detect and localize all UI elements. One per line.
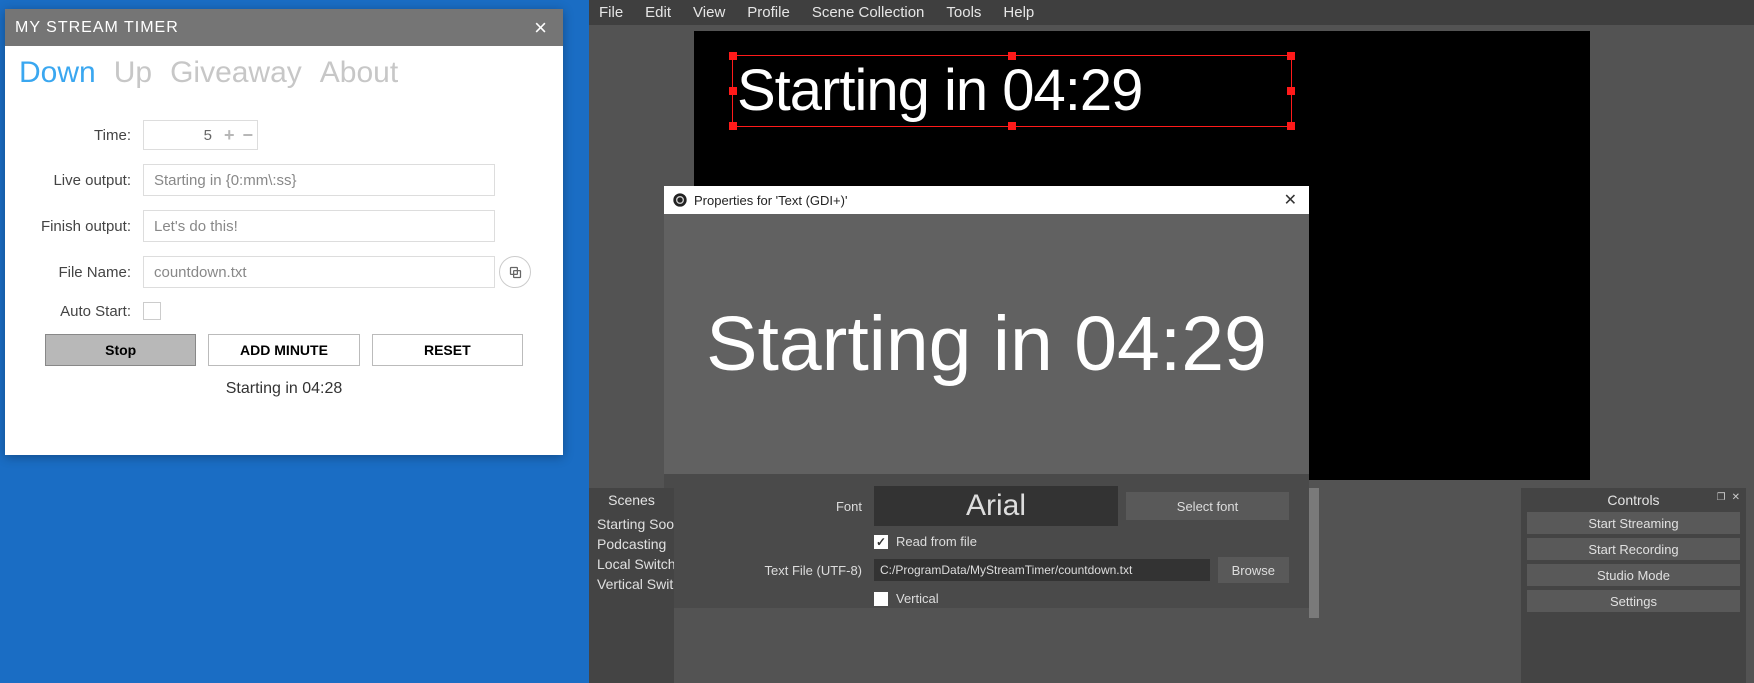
read-from-file-label: Read from file xyxy=(896,534,977,549)
close-icon[interactable]: × xyxy=(528,15,553,41)
file-name-input[interactable] xyxy=(143,256,495,288)
browse-button[interactable]: Browse xyxy=(1218,557,1289,583)
time-value: 5 xyxy=(144,127,220,144)
font-label: Font xyxy=(684,499,874,514)
resize-handle[interactable] xyxy=(1287,122,1295,130)
resize-handle[interactable] xyxy=(729,87,737,95)
finish-output-label: Finish output: xyxy=(33,218,143,235)
scenes-panel: Scenes Starting Soo Podcasting Local Swi… xyxy=(589,488,674,683)
menu-help[interactable]: Help xyxy=(1003,4,1034,21)
tab-giveaway[interactable]: Giveaway xyxy=(170,56,302,90)
controls-header-text: Controls xyxy=(1607,492,1659,508)
settings-button[interactable]: Settings xyxy=(1527,590,1740,612)
resize-handle[interactable] xyxy=(1287,87,1295,95)
mst-title: MY STREAM TIMER xyxy=(15,19,179,37)
menu-view[interactable]: View xyxy=(693,4,725,21)
resize-handle[interactable] xyxy=(1287,52,1295,60)
reset-button[interactable]: RESET xyxy=(372,334,523,366)
resize-handle[interactable] xyxy=(729,52,737,60)
file-name-label: File Name: xyxy=(33,264,143,281)
auto-start-checkbox[interactable] xyxy=(143,302,161,320)
mst-titlebar[interactable]: MY STREAM TIMER × xyxy=(5,9,563,46)
close-icon[interactable]: ✕ xyxy=(1732,492,1740,503)
text-file-input[interactable] xyxy=(874,559,1210,581)
tab-about[interactable]: About xyxy=(320,56,398,90)
properties-preview-text: Starting in 04:29 xyxy=(706,300,1267,389)
mst-body: Time: 5 + − Live output: Finish output: … xyxy=(5,96,563,398)
time-label: Time: xyxy=(33,127,143,144)
finish-output-input[interactable] xyxy=(143,210,495,242)
studio-mode-button[interactable]: Studio Mode xyxy=(1527,564,1740,586)
mst-tabs: Down Up Giveaway About xyxy=(5,46,563,96)
vertical-checkbox[interactable] xyxy=(874,592,888,606)
scene-item[interactable]: Local Switch xyxy=(589,554,674,574)
start-streaming-button[interactable]: Start Streaming xyxy=(1527,512,1740,534)
resize-handle[interactable] xyxy=(1008,122,1016,130)
stop-button[interactable]: Stop xyxy=(45,334,196,366)
resize-handle[interactable] xyxy=(729,122,737,130)
mst-window: MY STREAM TIMER × Down Up Giveaway About… xyxy=(5,9,563,455)
menu-tools[interactable]: Tools xyxy=(946,4,981,21)
properties-scrollbar[interactable] xyxy=(1309,488,1319,618)
properties-title: Properties for 'Text (GDI+)' xyxy=(694,193,847,208)
add-minute-button[interactable]: ADD MINUTE xyxy=(208,334,359,366)
start-recording-button[interactable]: Start Recording xyxy=(1527,538,1740,560)
scenes-header: Scenes xyxy=(589,488,674,514)
mst-status-text: Starting in 04:28 xyxy=(33,380,535,398)
text-file-label: Text File (UTF-8) xyxy=(684,563,874,578)
scene-item[interactable]: Starting Soo xyxy=(589,514,674,534)
copy-icon[interactable] xyxy=(499,256,531,288)
properties-preview: Starting in 04:29 xyxy=(664,214,1309,474)
minus-icon[interactable]: − xyxy=(238,125,257,146)
obs-layer-text: Starting in 04:29 xyxy=(733,58,1142,123)
plus-icon[interactable]: + xyxy=(220,125,239,146)
properties-titlebar[interactable]: Properties for 'Text (GDI+)' ✕ xyxy=(664,186,1309,214)
font-value-box: Arial xyxy=(874,486,1118,526)
vertical-label: Vertical xyxy=(896,591,939,606)
controls-header: Controls ❐ ✕ xyxy=(1521,488,1746,512)
time-spinner[interactable]: 5 + − xyxy=(143,120,258,150)
menu-edit[interactable]: Edit xyxy=(645,4,671,21)
controls-panel: Controls ❐ ✕ Start Streaming Start Recor… xyxy=(1521,488,1746,683)
select-font-button[interactable]: Select font xyxy=(1126,492,1289,520)
auto-start-label: Auto Start: xyxy=(33,303,143,320)
close-icon[interactable]: ✕ xyxy=(1280,190,1301,210)
menu-file[interactable]: File xyxy=(599,4,623,21)
scene-item[interactable]: Vertical Swit xyxy=(589,574,674,594)
resize-handle[interactable] xyxy=(1008,52,1016,60)
read-from-file-checkbox[interactable] xyxy=(874,535,888,549)
scene-item[interactable]: Podcasting xyxy=(589,534,674,554)
live-output-input[interactable] xyxy=(143,164,495,196)
properties-dialog[interactable]: Properties for 'Text (GDI+)' ✕ Starting … xyxy=(664,186,1309,608)
obs-logo-icon xyxy=(672,192,688,208)
tab-up[interactable]: Up xyxy=(114,56,152,90)
obs-window: File Edit View Profile Scene Collection … xyxy=(589,0,1754,683)
properties-body: Starting in 04:29 Font Arial Select font… xyxy=(664,214,1309,608)
font-value: Arial xyxy=(966,489,1026,523)
tab-down[interactable]: Down xyxy=(19,56,96,90)
obs-selected-layer[interactable]: Starting in 04:29 xyxy=(732,55,1292,127)
live-output-label: Live output: xyxy=(33,172,143,189)
obs-menubar: File Edit View Profile Scene Collection … xyxy=(589,0,1754,25)
menu-scene-collection[interactable]: Scene Collection xyxy=(812,4,925,21)
popout-icon[interactable]: ❐ xyxy=(1717,492,1726,503)
menu-profile[interactable]: Profile xyxy=(747,4,790,21)
